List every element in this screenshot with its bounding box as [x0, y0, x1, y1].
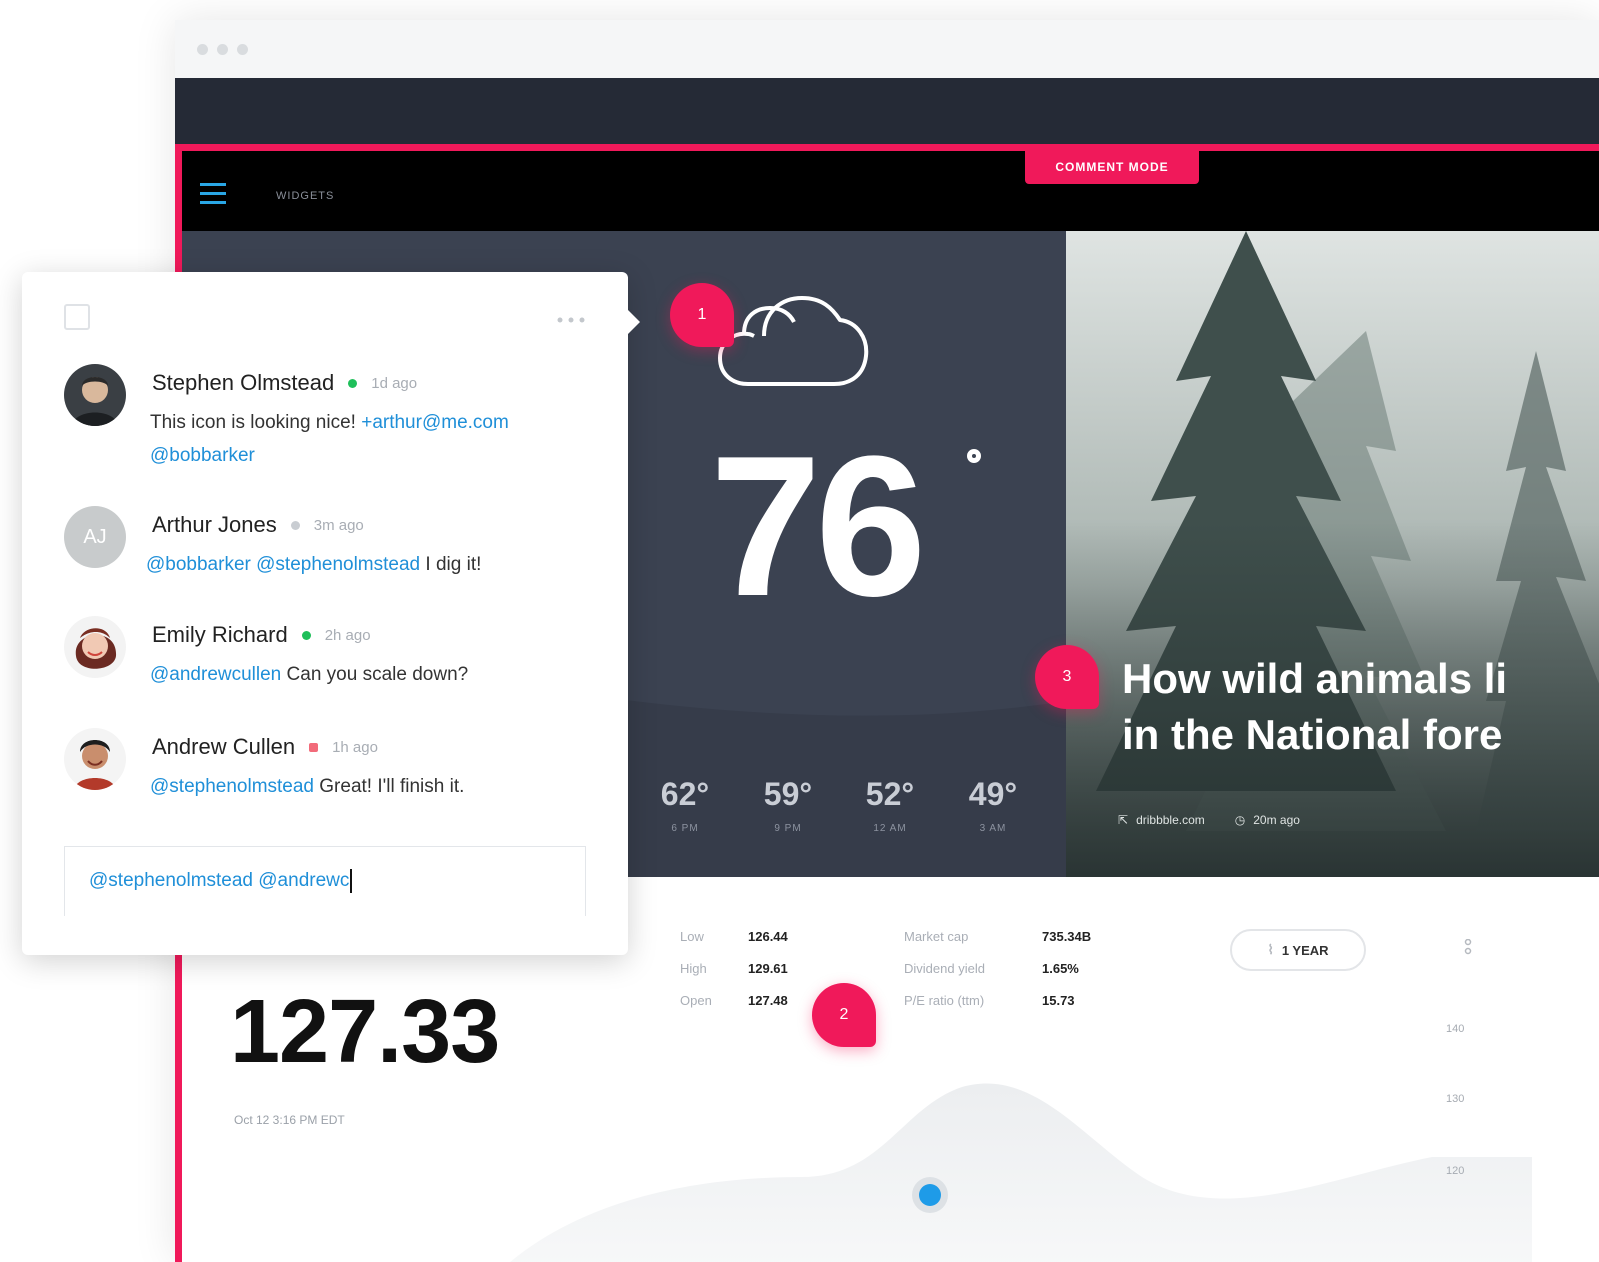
- avatar-initials[interactable]: AJ: [64, 506, 126, 568]
- comment-time: 1d ago: [371, 374, 418, 392]
- comment-body: This icon is looking nice! +arthur@me.co…: [150, 406, 610, 472]
- browser-titlebar: [175, 20, 1599, 78]
- article-source-label: dribbble.com: [1136, 813, 1205, 827]
- article-title-line: in the National fore: [1122, 711, 1503, 758]
- axis-tick: 130: [1446, 1093, 1465, 1105]
- article-meta: ⇱ dribbble.com ◷ 20m ago: [1118, 813, 1300, 827]
- status-busy-indicator: [309, 742, 319, 752]
- comment-text: I dig it!: [420, 554, 482, 575]
- status-away-indicator: [290, 520, 300, 530]
- axis-tick: 120: [1446, 1165, 1465, 1177]
- comment-time: 2h ago: [324, 626, 371, 644]
- comment-mention[interactable]: @andrewcullen: [150, 664, 281, 685]
- current-temperature: 76: [710, 415, 926, 638]
- clock-icon: ◷: [1234, 813, 1246, 827]
- forest-image: [1066, 231, 1599, 877]
- cloud-icon: [718, 296, 869, 386]
- degree-symbol: [967, 449, 981, 463]
- text-caret: [350, 869, 353, 893]
- comment-mention[interactable]: @stephenolmstead: [150, 776, 314, 797]
- trend-icon: ⌇: [1267, 942, 1274, 957]
- comment-thread-popover: Stephen Olmstead 1d ago This icon is loo…: [22, 272, 640, 955]
- more-vertical-icon[interactable]: [1464, 939, 1472, 959]
- app-header: WIDGETS: [182, 151, 1599, 231]
- comment-text: Can you scale down?: [281, 664, 469, 685]
- menu-icon[interactable]: [200, 183, 226, 205]
- link-icon: ⇱: [1118, 813, 1129, 827]
- comment-pin-3[interactable]: 3: [1035, 645, 1099, 709]
- comment-header: Andrew Cullen 1h ago: [152, 734, 378, 760]
- reply-input-value: @stephenolmstead @andrewc: [89, 870, 350, 892]
- window-close-dot[interactable]: [197, 44, 208, 55]
- stat-value: 1.65%: [1042, 961, 1079, 976]
- comment-body: @stephenolmstead Great! I'll finish it.: [150, 770, 610, 803]
- stat-label: High: [680, 961, 707, 976]
- article-time-label: 20m ago: [1253, 813, 1300, 827]
- stat-label: P/E ratio (ttm): [904, 993, 985, 1008]
- comment-author[interactable]: Andrew Cullen: [152, 734, 295, 760]
- stat-label: Market cap: [904, 929, 969, 944]
- comment-header: Arthur Jones 3m ago: [152, 512, 364, 538]
- comment-time: 1h ago: [332, 738, 378, 756]
- range-button[interactable]: ⌇ 1 YEAR: [1230, 929, 1366, 971]
- avatar[interactable]: [64, 364, 126, 426]
- article-source[interactable]: ⇱ dribbble.com: [1118, 813, 1205, 827]
- comment-header: Stephen Olmstead 1d ago: [152, 370, 417, 396]
- status-online-indicator: [301, 630, 311, 640]
- article-time: ◷ 20m ago: [1235, 813, 1300, 827]
- stat-label: Open: [680, 993, 712, 1008]
- comment-pin-2[interactable]: 2: [812, 983, 876, 1047]
- stat-value: 127.48: [748, 993, 788, 1008]
- reply-input[interactable]: @stephenolmstead @andrewc: [64, 846, 586, 916]
- more-horizontal-icon[interactable]: [556, 316, 586, 324]
- forecast-time: 6 PM: [671, 823, 699, 834]
- article-widget[interactable]: How wild animals li in the National fore…: [1066, 231, 1599, 877]
- resolve-checkbox[interactable]: [64, 304, 90, 330]
- stat-value: 735.34B: [1042, 929, 1092, 944]
- popover-arrow: [628, 310, 640, 334]
- comment-text: Great! I'll finish it.: [314, 776, 465, 797]
- chart-point[interactable]: [919, 1184, 941, 1206]
- forecast-time: 9 PM: [774, 823, 802, 834]
- stat-value: 15.73: [1042, 993, 1075, 1008]
- range-button-label: 1 YEAR: [1281, 942, 1329, 958]
- forecast-time: 3 AM: [979, 823, 1007, 834]
- comment-author[interactable]: Arthur Jones: [152, 512, 277, 538]
- avatar[interactable]: [64, 728, 126, 790]
- forecast-time: 12 AM: [873, 823, 907, 834]
- axis-tick: 140: [1446, 1023, 1465, 1035]
- status-online-indicator: [348, 378, 358, 388]
- comment-body: @andrewcullen Can you scale down?: [150, 658, 610, 691]
- app-title: WIDGETS: [276, 190, 335, 202]
- comment-time: 3m ago: [313, 516, 364, 534]
- stock-timestamp: Oct 12 3:16 PM EDT: [234, 1113, 345, 1127]
- forecast-item: 52° 12 AM: [850, 776, 930, 834]
- forecast-temp: 52°: [865, 776, 915, 812]
- stock-price: 127.33: [230, 982, 500, 1082]
- stat-label: Dividend yield: [904, 961, 985, 976]
- forecast-temp: 49°: [968, 776, 1018, 812]
- comment-text: This icon is looking nice!: [150, 412, 362, 433]
- comment-mention[interactable]: @bobbarker @stephenolmstead: [146, 554, 420, 575]
- comment-mode-badge[interactable]: COMMENT MODE: [1025, 151, 1199, 184]
- avatar[interactable]: [64, 616, 126, 678]
- stat-value: 126.44: [748, 929, 788, 944]
- forecast-item: 62° 6 PM: [645, 776, 725, 834]
- forecast-temp: 59°: [763, 776, 813, 812]
- window-maximize-dot[interactable]: [237, 44, 248, 55]
- forecast-temp: 62°: [660, 776, 710, 812]
- article-title-line: How wild animals li: [1122, 655, 1508, 702]
- forecast-item: 59° 9 PM: [748, 776, 828, 834]
- comment-author[interactable]: Emily Richard: [152, 622, 288, 648]
- comment-body: @bobbarker @stephenolmstead I dig it!: [146, 548, 606, 581]
- comment-author[interactable]: Stephen Olmstead: [152, 370, 334, 396]
- forecast-item: 49° 3 AM: [953, 776, 1033, 834]
- window-minimize-dot[interactable]: [217, 44, 228, 55]
- browser-toolbar: [175, 78, 1599, 144]
- stat-label: Low: [680, 929, 704, 944]
- comment-pin-1[interactable]: 1: [670, 283, 734, 347]
- article-title[interactable]: How wild animals li in the National fore: [1122, 651, 1599, 763]
- stat-value: 129.61: [748, 961, 788, 976]
- comment-header: Emily Richard 2h ago: [152, 622, 371, 648]
